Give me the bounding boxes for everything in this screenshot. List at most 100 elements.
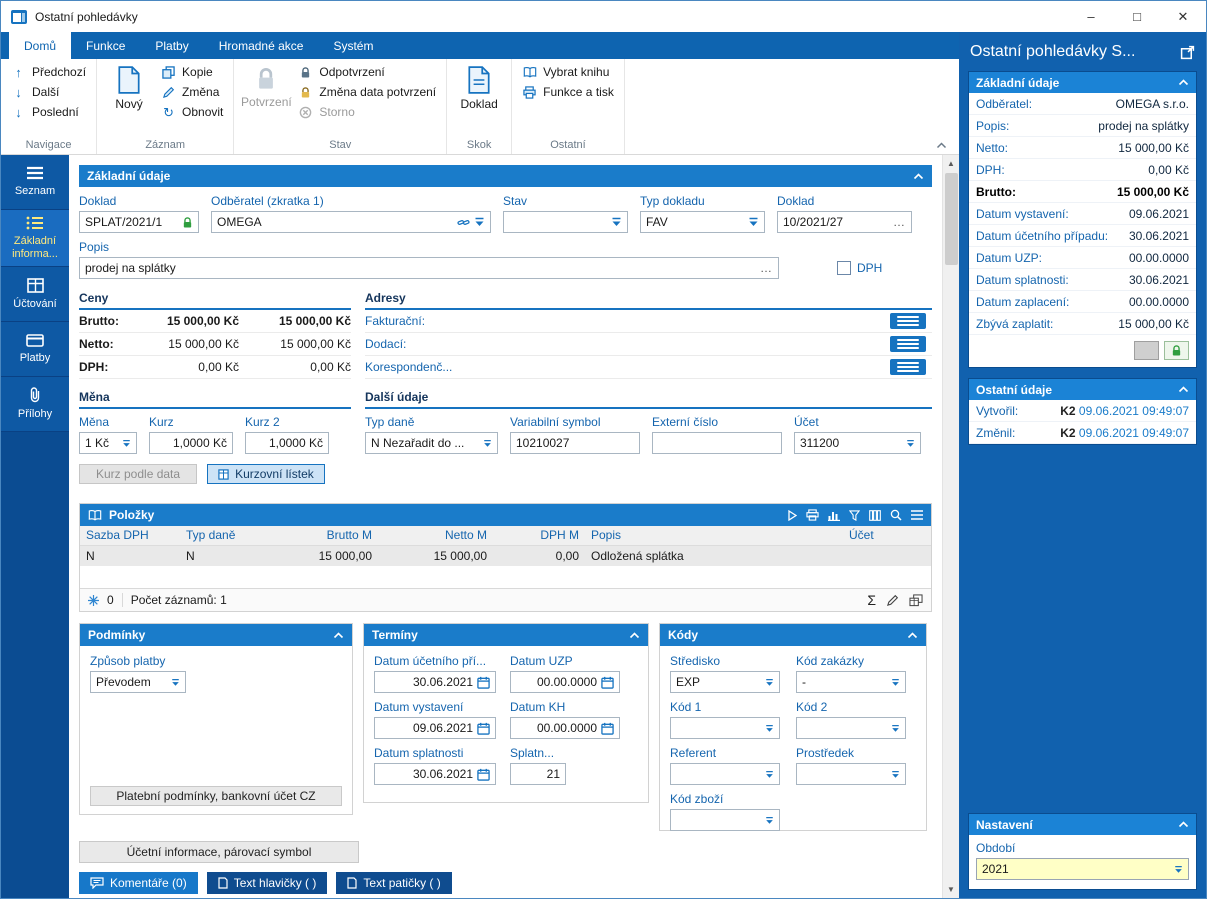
link-icon[interactable] bbox=[457, 217, 470, 228]
tab-domu[interactable]: Domů bbox=[9, 32, 72, 59]
chevron-up-icon[interactable] bbox=[629, 631, 640, 639]
select-book-button[interactable]: Vybrat knihu bbox=[517, 62, 619, 82]
dropdown-icon[interactable] bbox=[891, 678, 900, 687]
ribbon-collapse-button[interactable] bbox=[936, 142, 947, 149]
dropdown-icon[interactable] bbox=[765, 724, 774, 733]
kod-zbozi-select[interactable] bbox=[670, 809, 780, 831]
datum-splatnosti-input[interactable]: 30.06.2021 bbox=[374, 763, 496, 785]
cancel-button[interactable]: Storno bbox=[293, 102, 441, 122]
dropdown-icon[interactable] bbox=[765, 678, 774, 687]
col-netto-m[interactable]: Netto M bbox=[378, 526, 493, 546]
change-button[interactable]: Změna bbox=[156, 82, 228, 102]
document-jump-button[interactable]: Doklad bbox=[452, 62, 506, 111]
kurzovni-listek-button[interactable]: Kurzovní lístek bbox=[207, 464, 325, 484]
status-button[interactable] bbox=[1134, 341, 1159, 360]
calendar-icon[interactable] bbox=[601, 722, 614, 735]
new-button[interactable]: Nový bbox=[102, 62, 156, 111]
doklad-input[interactable]: SPLAT/2021/1 bbox=[79, 211, 199, 233]
col-sazba-dph[interactable]: Sazba DPH bbox=[80, 526, 180, 546]
address-menu-button[interactable] bbox=[890, 336, 926, 352]
variabilni-symbol-input[interactable]: 10210027 bbox=[510, 432, 640, 454]
popis-input[interactable]: prodej na splátky … bbox=[79, 257, 779, 279]
sidebar-item-platby[interactable]: Platby bbox=[1, 322, 69, 378]
vertical-scrollbar[interactable]: ▲ ▼ bbox=[942, 155, 959, 898]
dropdown-icon[interactable] bbox=[1174, 865, 1183, 874]
more-button[interactable]: … bbox=[760, 261, 773, 275]
datum-kh-input[interactable]: 00.00.0000 bbox=[510, 717, 620, 739]
dropdown-icon[interactable] bbox=[171, 678, 180, 687]
dropdown-icon[interactable] bbox=[748, 217, 759, 227]
sidebar-item-zakladni-informace[interactable]: Základní informa... bbox=[1, 210, 69, 268]
mena-select[interactable]: 1 Kč bbox=[79, 432, 137, 454]
dropdown-icon[interactable] bbox=[765, 770, 774, 779]
last-button[interactable]: ↓ Poslední bbox=[6, 102, 91, 122]
typ-dokladu-select[interactable]: FAV bbox=[640, 211, 765, 233]
maximize-button[interactable]: □ bbox=[1114, 1, 1160, 32]
menu-icon[interactable] bbox=[911, 510, 923, 520]
datum-vystaveni-input[interactable]: 09.06.2021 bbox=[374, 717, 496, 739]
chevron-up-icon[interactable] bbox=[907, 631, 918, 639]
chart-icon[interactable] bbox=[828, 510, 840, 521]
scroll-up-button[interactable]: ▲ bbox=[943, 155, 959, 172]
text-hlavicky-button[interactable]: Text hlavičky ( ) bbox=[206, 872, 328, 894]
refresh-button[interactable]: ↻ Obnovit bbox=[156, 102, 228, 122]
kod-zakazky-select[interactable]: - bbox=[796, 671, 906, 693]
splatnost-input[interactable]: 21 bbox=[510, 763, 566, 785]
text-paticky-button[interactable]: Text patičky ( ) bbox=[336, 872, 452, 894]
address-menu-button[interactable] bbox=[890, 359, 926, 375]
play-icon[interactable] bbox=[788, 509, 797, 521]
address-menu-button[interactable] bbox=[890, 313, 926, 329]
minimize-button[interactable]: – bbox=[1068, 1, 1114, 32]
kod2-select[interactable] bbox=[796, 717, 906, 739]
col-brutto-m[interactable]: Brutto M bbox=[263, 526, 378, 546]
prostredek-select[interactable] bbox=[796, 763, 906, 785]
sidebar-item-seznam[interactable]: Seznam bbox=[1, 155, 69, 210]
kod1-select[interactable] bbox=[670, 717, 780, 739]
kurz-podle-data-button[interactable]: Kurz podle data bbox=[79, 464, 198, 484]
odberatel-input[interactable]: OMEGA bbox=[211, 211, 491, 233]
columns-icon[interactable] bbox=[869, 509, 881, 521]
previous-button[interactable]: ↑ Předchozí bbox=[6, 62, 91, 82]
platebni-podminky-button[interactable]: Platební podmínky, bankovní účet CZ bbox=[90, 786, 342, 806]
referent-select[interactable] bbox=[670, 763, 780, 785]
obdobi-select[interactable]: 2021 bbox=[976, 858, 1189, 880]
chevron-up-icon[interactable] bbox=[1178, 386, 1189, 393]
chevron-up-icon[interactable] bbox=[1178, 821, 1189, 828]
zpusob-platby-select[interactable]: Převodem bbox=[90, 671, 186, 693]
dropdown-icon[interactable] bbox=[891, 770, 900, 779]
sidebar-item-prilohy[interactable]: Přílohy bbox=[1, 377, 69, 433]
confirm-button[interactable]: Potvrzení bbox=[239, 62, 293, 109]
sum-icon[interactable]: Σ bbox=[867, 593, 876, 607]
functions-print-button[interactable]: Funkce a tisk bbox=[517, 82, 619, 102]
more-button[interactable]: … bbox=[893, 215, 906, 229]
calendar-icon[interactable] bbox=[477, 676, 490, 689]
dropdown-icon[interactable] bbox=[906, 439, 915, 448]
tab-hromadne-akce[interactable]: Hromadné akce bbox=[204, 32, 319, 59]
unconfirm-button[interactable]: Odpotvrzení bbox=[293, 62, 441, 82]
chevron-up-icon[interactable] bbox=[333, 631, 344, 639]
typ-dane-select[interactable]: N Nezařadit do ... bbox=[365, 432, 498, 454]
ucet-select[interactable]: 311200 bbox=[794, 432, 921, 454]
dropdown-icon[interactable] bbox=[611, 217, 622, 227]
ucetni-informace-button[interactable]: Účetní informace, párovací symbol bbox=[79, 841, 359, 863]
datum-uzp-input[interactable]: 00.00.0000 bbox=[510, 671, 620, 693]
change-confirm-date-button[interactable]: Změna data potvrzení bbox=[293, 82, 441, 102]
close-button[interactable]: ✕ bbox=[1160, 1, 1206, 32]
chevron-up-icon[interactable] bbox=[1178, 79, 1189, 86]
zoom-icon[interactable] bbox=[890, 509, 902, 521]
stav-select[interactable] bbox=[503, 211, 628, 233]
dropdown-icon[interactable] bbox=[891, 724, 900, 733]
table-row[interactable]: N N 15 000,00 15 000,00 0,00 Odložená sp… bbox=[80, 545, 931, 566]
doklad2-input[interactable]: 10/2021/27 … bbox=[777, 211, 912, 233]
calendar-icon[interactable] bbox=[477, 722, 490, 735]
dropdown-icon[interactable] bbox=[765, 816, 774, 825]
next-button[interactable]: ↓ Další bbox=[6, 82, 91, 102]
copy-button[interactable]: Kopie bbox=[156, 62, 228, 82]
print-icon[interactable] bbox=[806, 509, 819, 521]
kurz-input[interactable]: 1,0000 Kč bbox=[149, 432, 233, 454]
dph-checkbox[interactable] bbox=[837, 261, 851, 275]
expand-icon[interactable] bbox=[1180, 45, 1195, 60]
dropdown-icon[interactable] bbox=[122, 439, 131, 448]
filter-icon[interactable] bbox=[849, 509, 860, 521]
komentare-button[interactable]: Komentáře (0) bbox=[79, 872, 198, 894]
